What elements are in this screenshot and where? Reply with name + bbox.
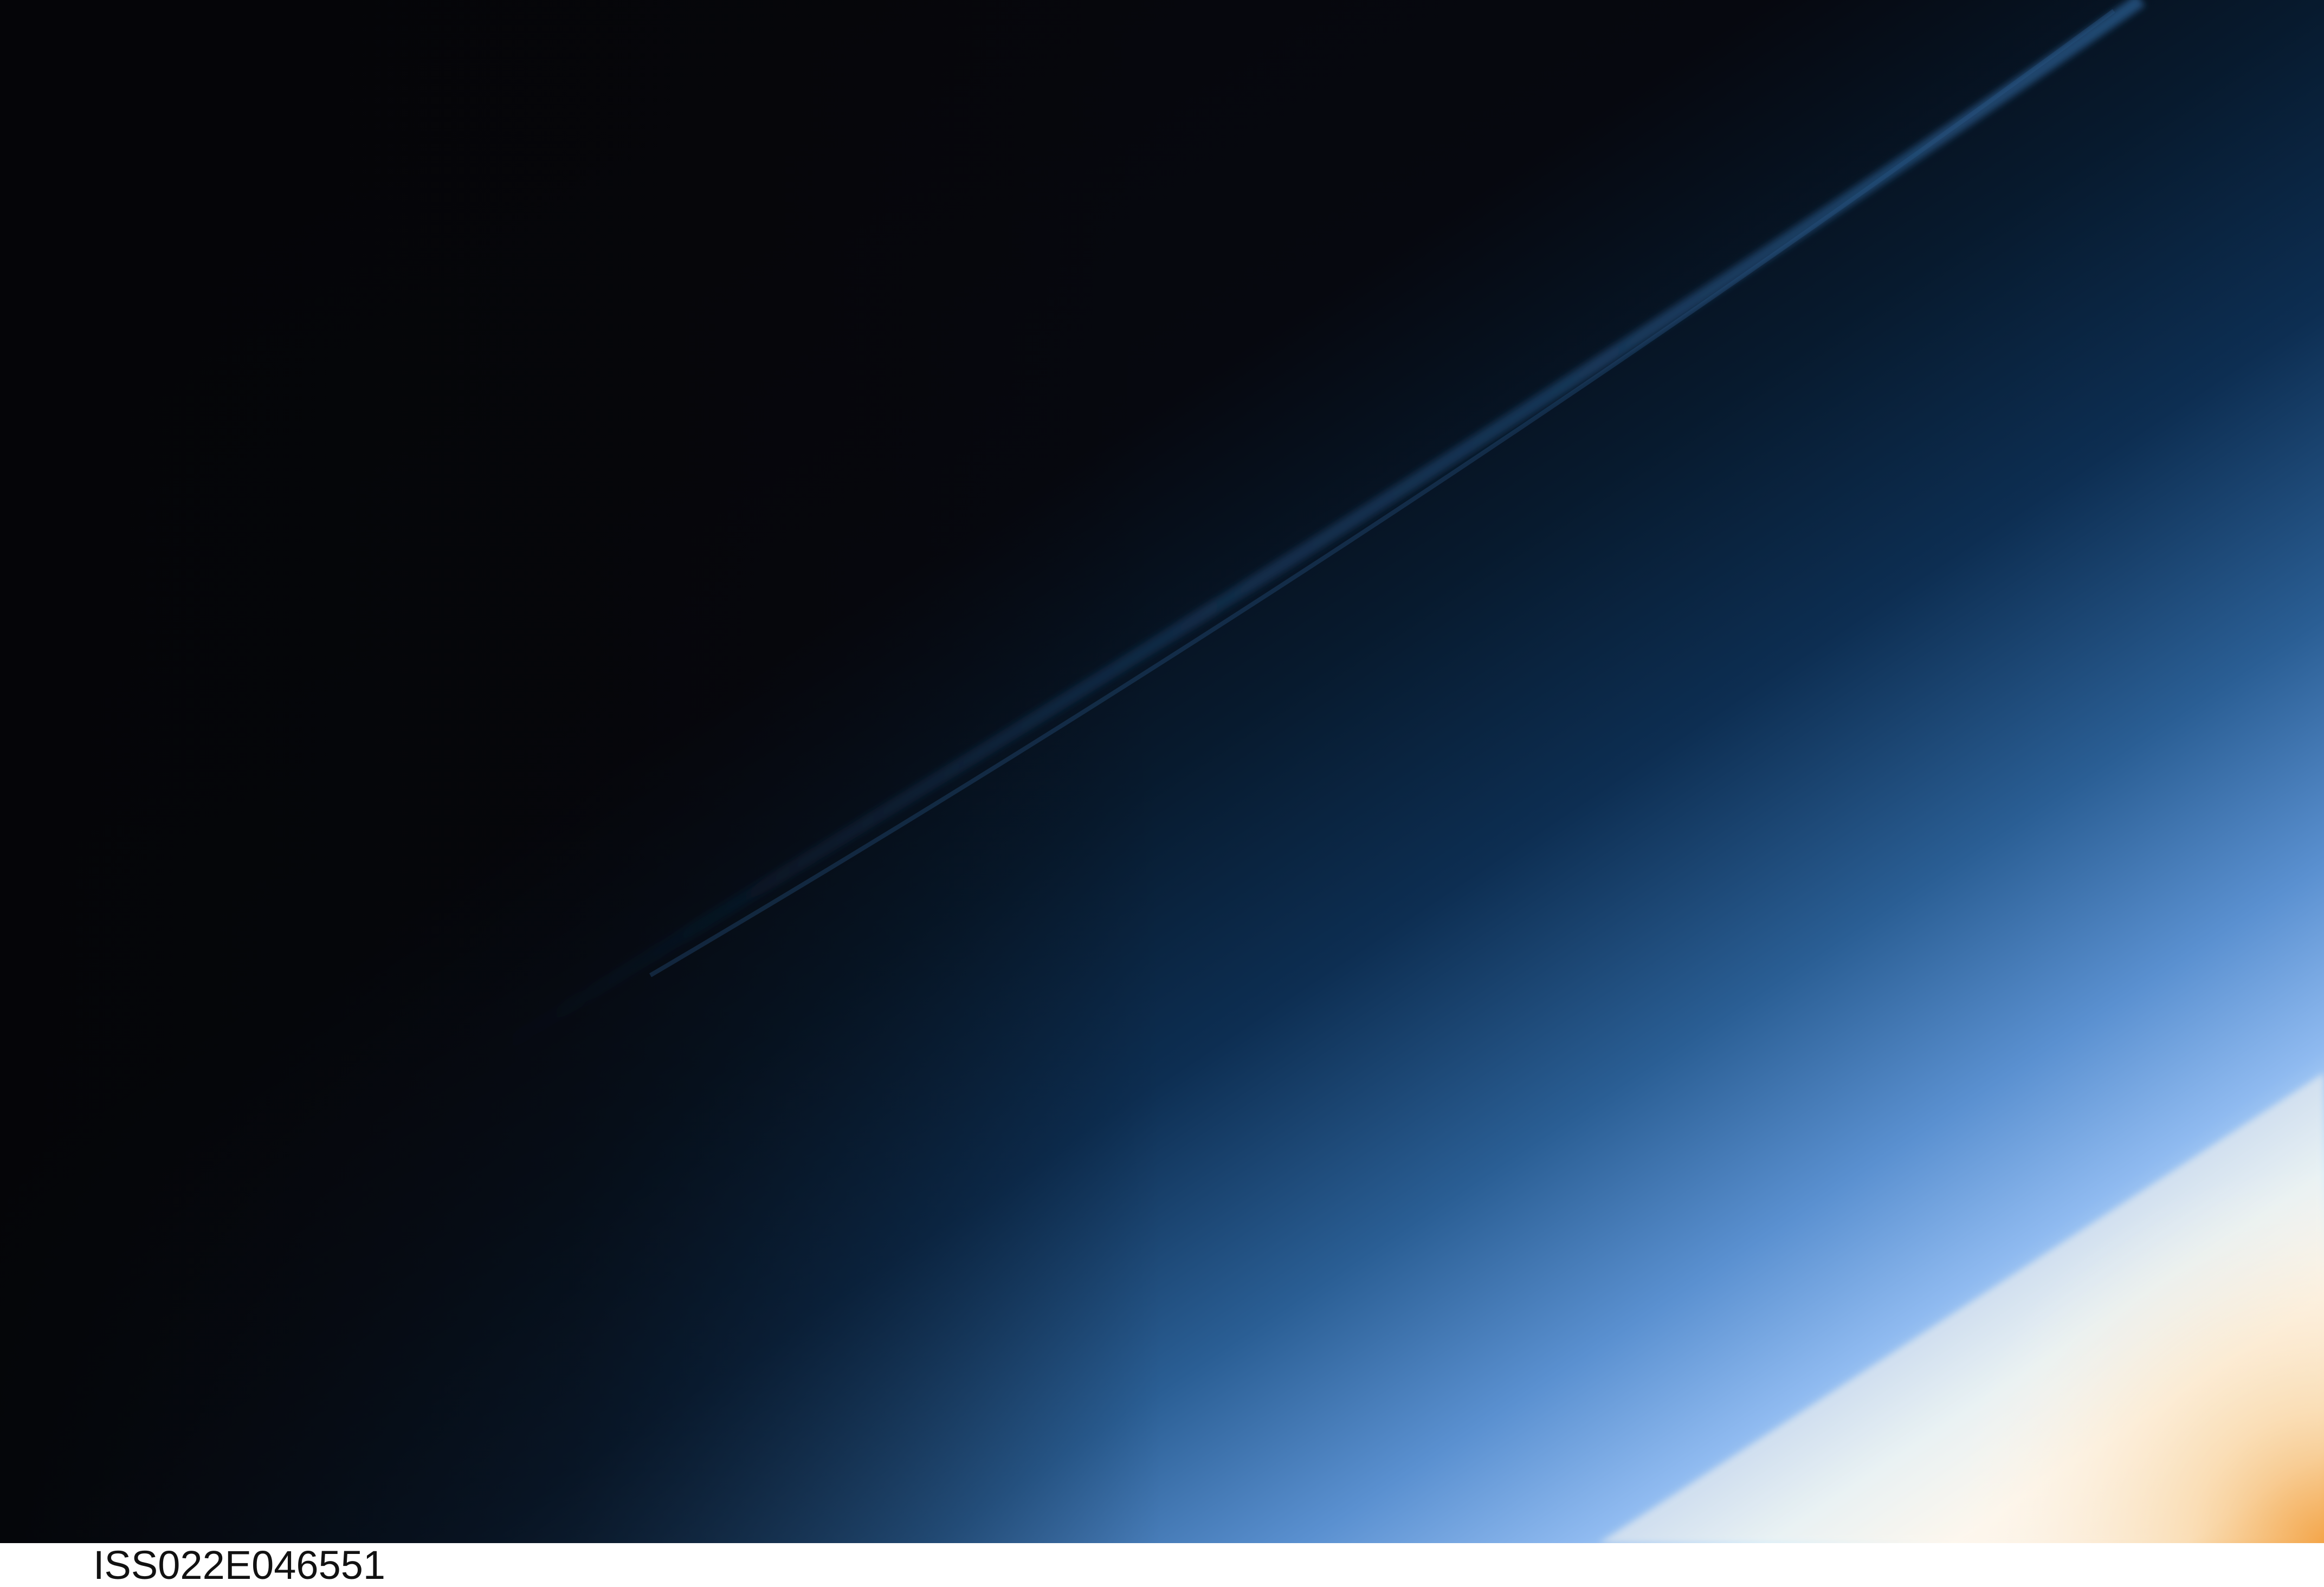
- sunrise-glow: [1843, 1138, 2324, 1543]
- earth-limb-image: [0, 0, 2324, 1543]
- earth-limb-photo: [0, 0, 2324, 1543]
- image-id-caption: ISS022E046551: [93, 1543, 386, 1587]
